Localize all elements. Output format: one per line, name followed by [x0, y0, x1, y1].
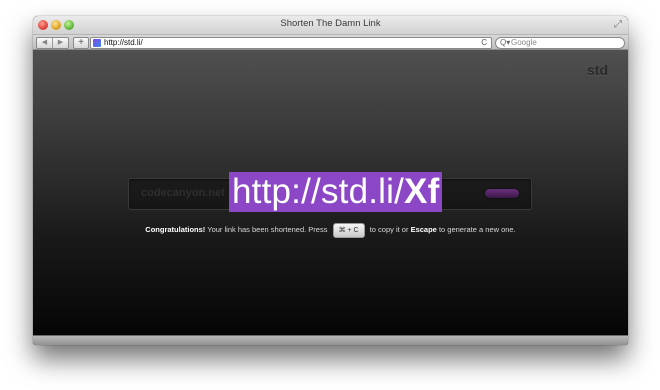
url-input[interactable]: codecanyon.net [141, 187, 225, 199]
search-icon[interactable]: Q▾ [500, 38, 510, 48]
escape-key-label: Escape [410, 225, 437, 234]
shorten-button[interactable] [485, 189, 519, 198]
congrats-text: Congratulations! [145, 225, 206, 234]
url-text[interactable]: http://std.li/ [104, 38, 143, 48]
site-logo[interactable]: std [587, 62, 608, 78]
browser-window: Shorten The Damn Link ⤢ ◀ ▶ + http://std… [33, 16, 628, 345]
short-url-result[interactable]: http://std.li/Xf [229, 172, 443, 212]
success-message: Congratulations! Your link has been shor… [33, 222, 628, 238]
status-bar [33, 335, 628, 345]
search-placeholder: Google [511, 38, 537, 47]
copy-shortcut-key: ⌘ + C [332, 222, 365, 238]
short-url-prefix: http://std.li/ [232, 172, 405, 211]
short-url-code: Xf [404, 172, 440, 211]
message-text-2: to copy it or [369, 225, 409, 234]
add-bookmark-button[interactable]: + [73, 37, 89, 49]
search-input[interactable]: Q▾ Google [495, 37, 625, 49]
message-text-3: to generate a new one. [438, 225, 516, 234]
page-content: std codecanyon.net http://std.li/Xf Cong… [33, 50, 628, 335]
favicon-icon [93, 39, 101, 47]
message-text: Your link has been shortened. Press [207, 225, 328, 234]
title-bar: Shorten The Damn Link ⤢ [33, 16, 628, 35]
fullscreen-icon[interactable]: ⤢ [614, 19, 622, 30]
address-bar[interactable]: http://std.li/ C [90, 37, 492, 49]
reload-icon[interactable]: C [481, 38, 487, 48]
navigation-buttons: ◀ ▶ [36, 37, 69, 49]
window-title: Shorten The Damn Link [280, 18, 381, 29]
browser-toolbar: ◀ ▶ + http://std.li/ C Q▾ Google [33, 35, 628, 50]
forward-icon[interactable]: ▶ [52, 38, 68, 48]
back-icon[interactable]: ◀ [37, 38, 52, 48]
